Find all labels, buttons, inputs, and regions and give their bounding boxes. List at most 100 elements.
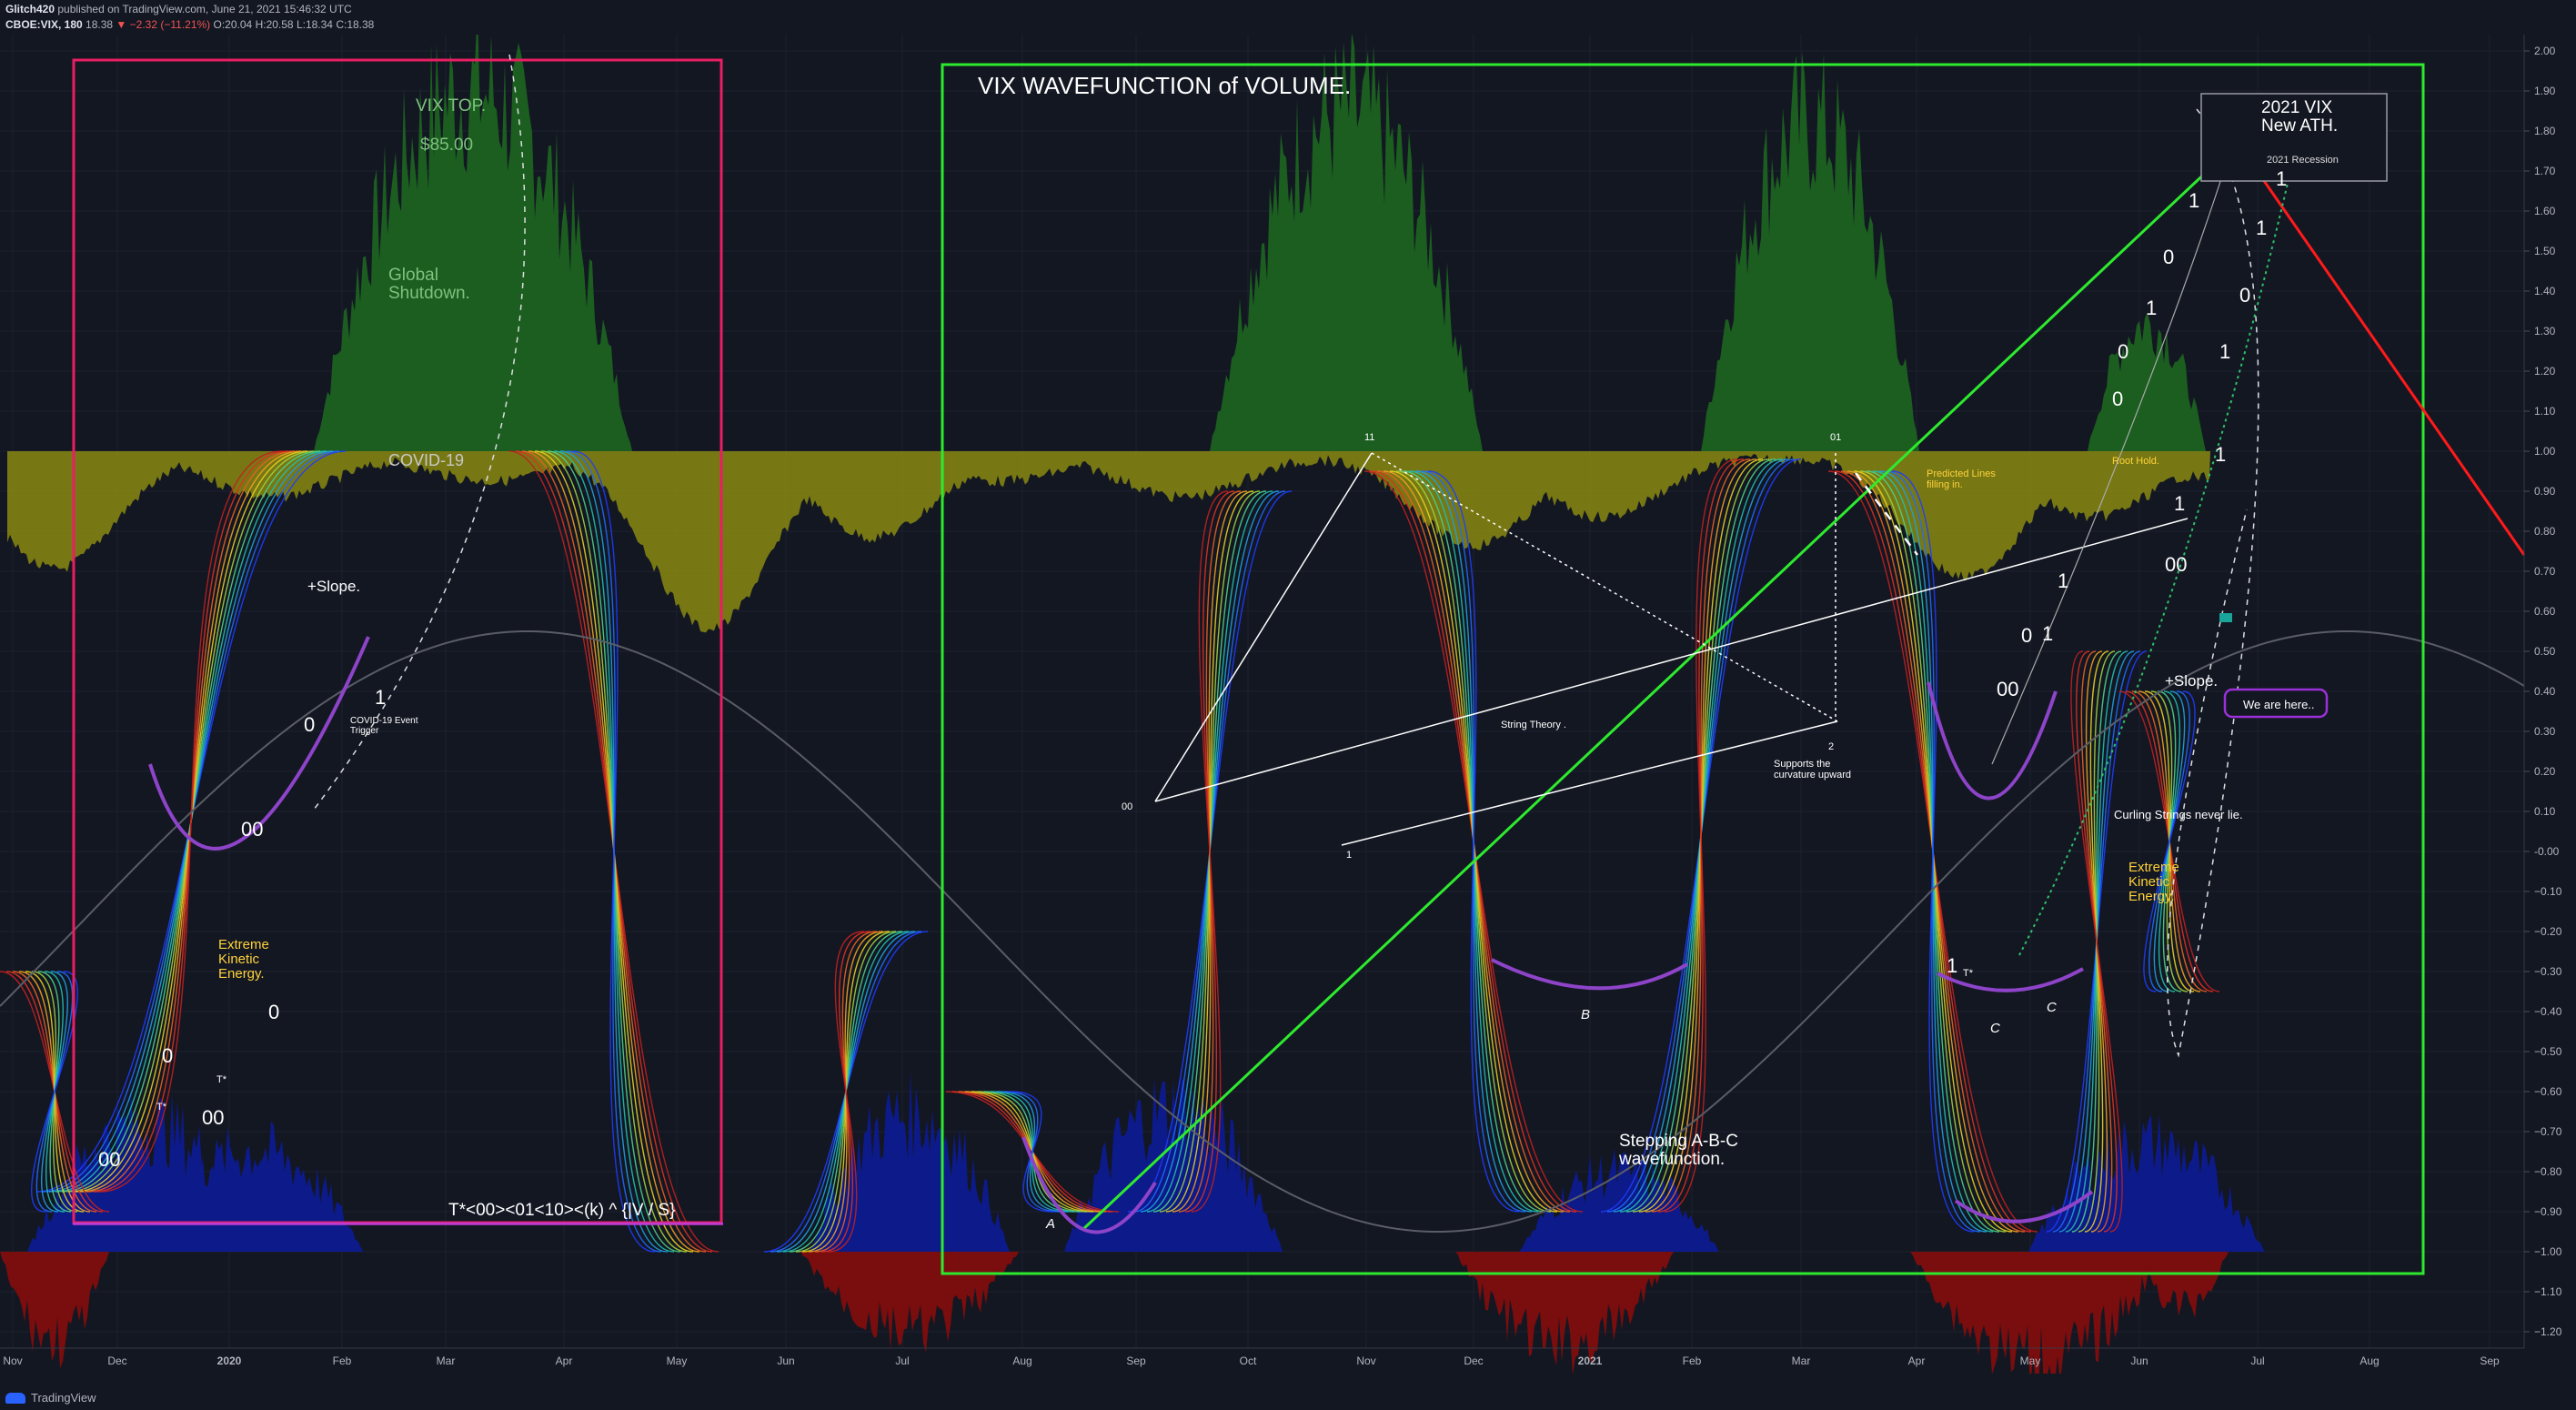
covid-event-label: COVID-19 Event Trigger: [350, 716, 418, 736]
y-tick-label: 1.90: [2534, 85, 2556, 97]
curling-label: Curling Strings never lie.: [2114, 808, 2243, 821]
red-volume-area: [1455, 1252, 1674, 1374]
digit-label: 0: [304, 713, 315, 736]
digit-label: 1: [2256, 217, 2267, 239]
x-tick-label: Mar: [437, 1355, 456, 1367]
y-tick-label: 0.40: [2534, 685, 2556, 698]
extreme-kinetic-label: Extreme Kinetic Energy.: [218, 937, 269, 982]
supports-label: Supports the curvature upward: [1774, 759, 1851, 781]
y-tick-label: 1.80: [2534, 125, 2556, 137]
root-hold-label: Root Hold.: [2112, 456, 2159, 467]
time-axis: Nov Dec 2020 Feb Mar Apr May Jun Jul Aug Sep Oct Nov…: [0, 1347, 2524, 1367]
y-tick-label: 0.30: [2534, 725, 2556, 738]
digit-label: 1: [2146, 297, 2157, 319]
recession-label: 2021 Recession: [2267, 155, 2339, 166]
string-line: [1154, 452, 1373, 802]
y-tick-label: 1.70: [2534, 165, 2556, 177]
node-label: 00: [1122, 801, 1132, 812]
x-tick-label: Sep: [1126, 1355, 1146, 1367]
vix-chart[interactable]: VIX WAVEFUNCTION of VOLUME. VIX TOP. $85.0…: [0, 35, 2576, 1374]
falling-ribbon: [2143, 690, 2196, 992]
digit-label: 1: [2276, 167, 2287, 190]
y-tick-label: −0.20: [2534, 925, 2562, 938]
ath-label: 2021 VIX New ATH.: [2261, 98, 2338, 136]
y-tick-label: −0.90: [2534, 1205, 2562, 1218]
y-tick-label: 0.50: [2534, 645, 2556, 658]
stepping-label: Stepping A-B-C wavefunction.: [1618, 1132, 1738, 1169]
digit-label: 00: [241, 818, 263, 841]
annotation-lines: [0, 54, 2526, 1275]
x-tick-label: Apr: [556, 1355, 573, 1367]
purple-parabola: [1927, 681, 2058, 801]
y-tick-label: 1.40: [2534, 285, 2556, 297]
wave-label-b: B: [1581, 1007, 1590, 1022]
x-tick-label: Feb: [1683, 1355, 1702, 1367]
volume-areas: [0, 35, 2265, 1374]
tstar-label: T*: [156, 1102, 167, 1113]
x-tick-label: Nov: [1356, 1355, 1375, 1367]
digit-label: 1: [2219, 340, 2230, 363]
wave-label-c: C: [1990, 1021, 2000, 1036]
y-tick-label: 1.20: [2534, 365, 2556, 378]
wave-label-a: A: [1045, 1216, 1055, 1232]
x-tick-label: Jul: [2250, 1355, 2264, 1367]
digit-label: 1: [375, 686, 386, 709]
digit-label: 0: [2112, 388, 2123, 410]
digit-label: 0: [2118, 340, 2128, 363]
y-tick-label: −1.20: [2534, 1325, 2562, 1338]
x-tick-label: Jul: [895, 1355, 909, 1367]
digit-label: 00: [202, 1106, 224, 1129]
ohlc-low: L:18.34: [296, 18, 333, 31]
tstar-label: T*: [1963, 968, 1974, 979]
digit-label: 0: [268, 1001, 279, 1023]
y-tick-label: −0.30: [2534, 965, 2562, 978]
digit-label: 1: [2058, 569, 2068, 592]
rising-ribbon: [1664, 458, 1738, 1213]
node-label: 01: [1830, 432, 1841, 443]
chart-title: VIX WAVEFUNCTION of VOLUME.: [978, 72, 1351, 99]
digit-label: 1: [2215, 443, 2226, 466]
tradingview-footer[interactable]: TradingView: [5, 1391, 96, 1405]
digit-label: 00: [1997, 678, 2018, 700]
green-volume-hump: [2088, 312, 2206, 451]
x-tick-label: Jun: [777, 1355, 794, 1367]
down-arrow-icon: ▼: [116, 18, 127, 31]
x-tick-label: Aug: [2360, 1355, 2379, 1367]
x-tick-label: Sep: [2480, 1355, 2500, 1367]
tstar-label: T*: [216, 1074, 227, 1085]
digit-label: 00: [2165, 553, 2187, 576]
node-label: 2: [1828, 741, 1834, 752]
digit-label: 1: [2042, 622, 2053, 645]
we-are-here-label: We are here..: [2243, 698, 2315, 711]
y-tick-label: −0.10: [2534, 885, 2562, 898]
purple-parabola: [148, 636, 370, 851]
node-label: 1: [1346, 850, 1352, 861]
x-tick-label: Dec: [1464, 1355, 1483, 1367]
formula-label: T*<00><01<10><(k) ^ {|V / S}: [448, 1201, 675, 1220]
ohlc-open: O:20.04: [213, 18, 253, 31]
y-tick-label: -0.00: [2534, 845, 2560, 858]
string-theory-label: String Theory .: [1501, 720, 1566, 730]
red-volume-area: [800, 1252, 1019, 1353]
y-tick-label: −0.40: [2534, 1005, 2562, 1018]
y-tick-label: −0.60: [2534, 1085, 2562, 1098]
price-change: −2.32 (−11.21%): [129, 18, 211, 31]
x-tick-label: Mar: [1792, 1355, 1811, 1367]
slope-label: +Slope.: [307, 578, 360, 595]
y-tick-label: 1.60: [2534, 205, 2556, 217]
digit-label: 1: [1947, 954, 1957, 977]
y-tick-label: 2.00: [2534, 45, 2556, 57]
x-tick-label: Feb: [333, 1355, 352, 1367]
y-tick-label: −0.80: [2534, 1165, 2562, 1178]
price-axis: 2.00 1.90 1.80 1.70 1.60 1.50 1.40 1.30 1.20 1.10…: [2523, 35, 2562, 1348]
x-tick-label: Oct: [1240, 1355, 1257, 1367]
digit-label: 0: [2021, 624, 2032, 647]
symbol-label: CBOE:VIX, 180: [5, 18, 83, 31]
y-tick-label: −0.50: [2534, 1045, 2562, 1058]
x-tick-label: Nov: [3, 1355, 22, 1367]
x-tick-label: 2021: [1578, 1355, 1603, 1367]
y-tick-label: 0.90: [2534, 485, 2556, 498]
node-label: 11: [1364, 432, 1374, 443]
y-tick-label: −1.10: [2534, 1285, 2562, 1298]
x-tick-label: May: [2020, 1355, 2041, 1367]
